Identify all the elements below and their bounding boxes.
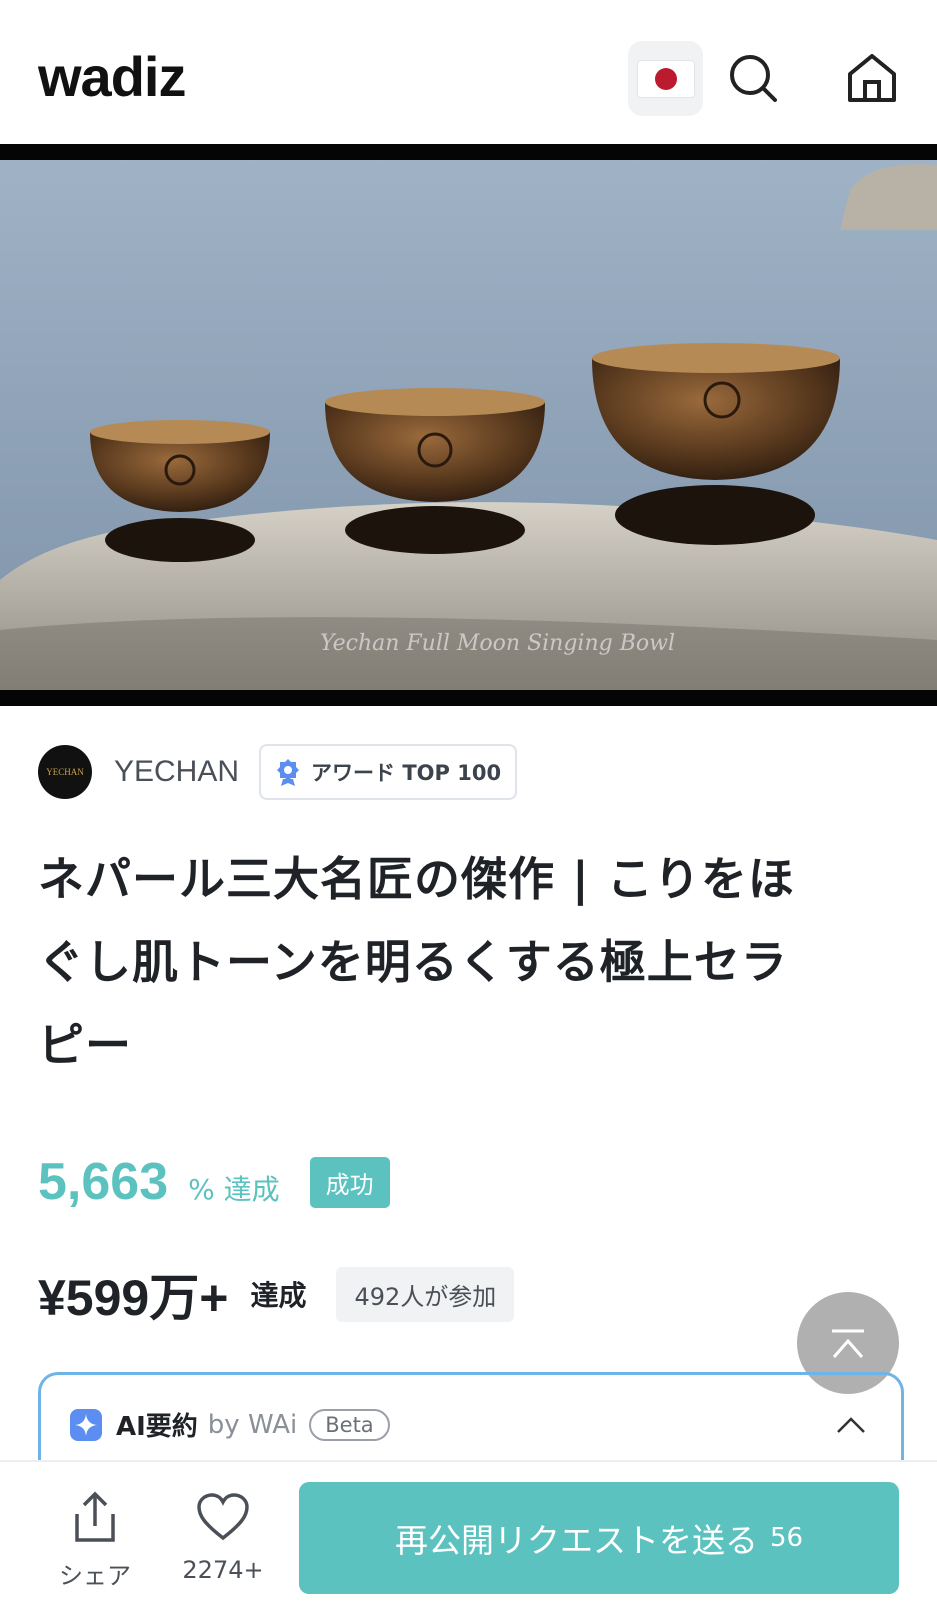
status-badge: 成功: [309, 1157, 390, 1208]
share-button[interactable]: シェア: [50, 1490, 140, 1591]
award-badge: アワード TOP 100: [259, 744, 518, 800]
singing-bowls-photo: Yechan Full Moon Singing Bowl: [0, 160, 937, 690]
arrow-up-icon: [832, 1329, 864, 1358]
bottom-action-bar: シェア 2274+ 再公開リクエストを送る 56: [0, 1460, 937, 1602]
home-icon: [848, 54, 896, 102]
award-icon: [277, 759, 300, 786]
wadiz-logo[interactable]: wadiz: [38, 44, 186, 109]
search-button[interactable]: [725, 50, 781, 106]
japan-flag-icon: [637, 60, 694, 97]
funding-percent-unit: % 達成: [188, 1173, 280, 1206]
language-button[interactable]: [628, 41, 703, 116]
project-hero-image[interactable]: Yechan Full Moon Singing Bowl: [0, 144, 937, 706]
funding-percent: 5,663: [38, 1153, 169, 1211]
ai-summary-header[interactable]: AI要約 by WAi Beta: [70, 1406, 390, 1443]
share-icon: [75, 1491, 115, 1542]
project-title-line: ピー: [38, 1018, 132, 1072]
ai-summary-by: by WAi: [207, 1409, 298, 1440]
home-button[interactable]: [844, 50, 900, 106]
like-count: 2274+: [182, 1556, 264, 1584]
avatar-text: YECHAN: [46, 767, 84, 777]
reopen-request-count: 56: [769, 1523, 804, 1553]
project-title: ネパール三大名匠の傑作 | こりをほ ぐし肌トーンを明るくする極上セラ ピー: [38, 838, 908, 1087]
heart-icon: [197, 1493, 249, 1541]
ai-summary-collapse-button[interactable]: [836, 1416, 866, 1438]
share-label: シェア: [59, 1562, 131, 1590]
sparkle-icon: [70, 1408, 102, 1441]
award-badge-label: アワード TOP 100: [311, 761, 502, 785]
like-button[interactable]: 2274+: [178, 1490, 268, 1584]
beta-badge: Beta: [309, 1408, 390, 1441]
reopen-request-button[interactable]: 再公開リクエストを送る 56: [299, 1482, 899, 1594]
reopen-request-label: 再公開リクエストを送る: [394, 1521, 758, 1560]
project-title-line: ぐし肌トーンを明るくする極上セラ: [38, 935, 788, 989]
watermark-text: Yechan Full Moon Singing Bowl: [320, 631, 675, 656]
maker-avatar[interactable]: YECHAN: [38, 745, 92, 799]
ai-summary-title: AI要約: [116, 1412, 198, 1442]
chevron-up-icon: [837, 1417, 865, 1433]
funding-rate: 5,663 % 達成 成功: [38, 1152, 390, 1214]
participants-count: 492人が参加: [336, 1266, 515, 1322]
search-icon: [730, 55, 777, 102]
funding-amount: ¥599万+: [38, 1270, 229, 1326]
project-title-line: ネパール三大名匠の傑作 | こりをほ: [38, 852, 795, 906]
funding-amount-row: ¥599万+ 達成 492人が参加: [38, 1258, 515, 1330]
maker-row: YECHAN YECHAN アワード TOP 100: [38, 744, 518, 800]
header: wadiz: [0, 0, 937, 144]
maker-name[interactable]: YECHAN: [114, 755, 239, 789]
funding-amount-label: 達成: [250, 1279, 307, 1312]
